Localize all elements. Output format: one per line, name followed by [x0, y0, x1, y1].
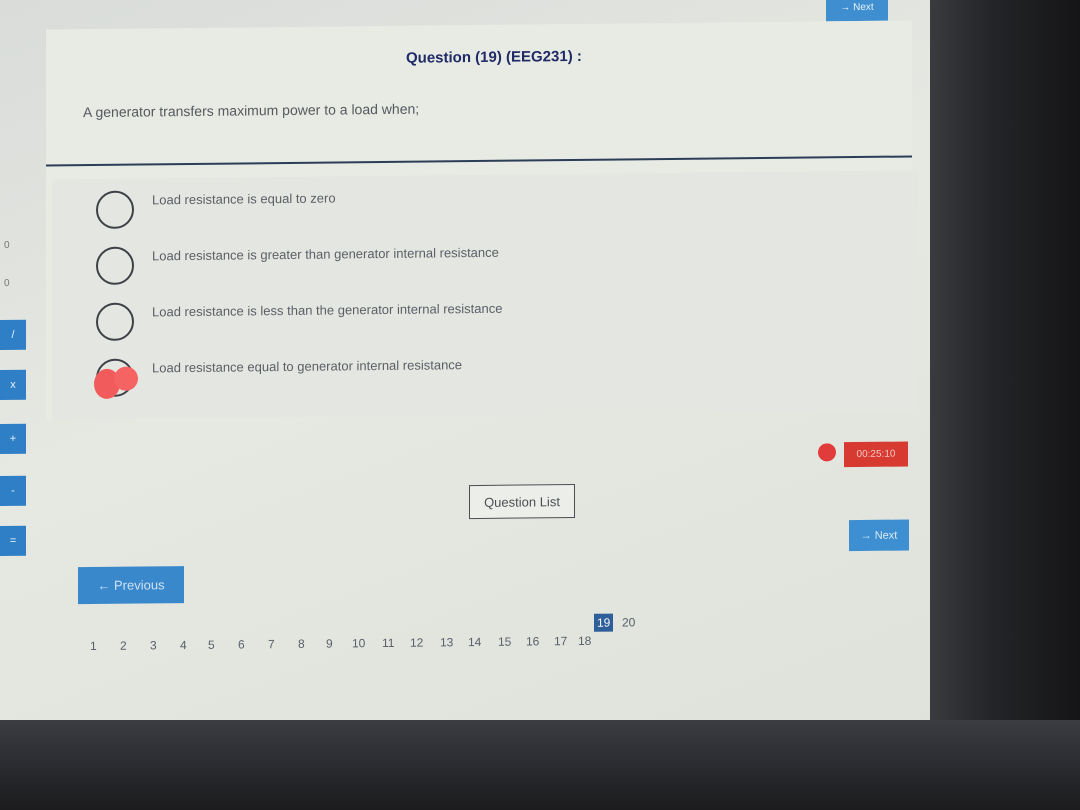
alarm-clock-icon [818, 443, 836, 462]
question-title: Question (19) (EEG231) : [406, 47, 582, 67]
option-label: Load resistance equal to generator inter… [152, 357, 463, 376]
page-link-17[interactable]: 17 [554, 634, 567, 648]
calc-plus-key[interactable]: + [0, 423, 26, 454]
option-1[interactable]: Load resistance is equal to zero [96, 184, 796, 231]
page-link-4[interactable]: 4 [180, 638, 187, 652]
selected-indicator [94, 366, 144, 403]
page-link-5[interactable]: 5 [208, 638, 215, 652]
next-button[interactable]: → Next [849, 519, 909, 552]
page-link-14[interactable]: 14 [468, 635, 481, 649]
top-next-button[interactable]: → Next [826, 0, 888, 22]
page-link-19[interactable]: 19 [594, 613, 614, 632]
option-3[interactable]: Load resistance is less than the generat… [96, 296, 796, 343]
calc-display-digit-2: 0 [4, 277, 10, 289]
countdown-timer: 00:25:10 [844, 441, 908, 468]
page-link-8[interactable]: 8 [298, 637, 305, 651]
page-link-1[interactable]: 1 [90, 639, 97, 653]
page-link-15[interactable]: 15 [498, 635, 511, 649]
monitor-bezel-right [930, 0, 1080, 810]
calc-multiply-key[interactable]: x [0, 369, 26, 400]
option-label: Load resistance is less than the generat… [152, 300, 503, 320]
page-link-7[interactable]: 7 [268, 637, 275, 651]
page-link-12[interactable]: 12 [410, 636, 423, 650]
radio-button[interactable] [96, 190, 134, 229]
radio-button[interactable] [96, 246, 134, 285]
page-link-20[interactable]: 20 [622, 615, 635, 629]
calc-equals-key[interactable]: = [0, 525, 26, 556]
page-link-13[interactable]: 13 [440, 635, 453, 649]
option-label: Load resistance is greater than generato… [152, 244, 499, 264]
calculator-strip: 0 0 / x + - = [0, 220, 30, 580]
question-pager: 1 2 3 4 5 6 7 8 9 10 11 12 13 14 15 16 17 18 19 20 [78, 613, 648, 659]
previous-button[interactable]: ← Previous [78, 566, 184, 605]
page-link-2[interactable]: 2 [120, 639, 127, 653]
page-link-10[interactable]: 10 [352, 636, 365, 650]
page-link-9[interactable]: 9 [326, 637, 333, 651]
option-label: Load resistance is equal to zero [152, 190, 336, 208]
calc-minus-key[interactable]: - [0, 475, 26, 506]
question-list-button[interactable]: Question List [469, 483, 575, 520]
calc-divide-key[interactable]: / [0, 319, 26, 350]
page-link-6[interactable]: 6 [238, 637, 245, 651]
page-link-16[interactable]: 16 [526, 634, 539, 648]
page-link-18[interactable]: 18 [578, 634, 591, 648]
page-link-3[interactable]: 3 [150, 638, 157, 652]
calc-display-digit-1: 0 [4, 239, 10, 251]
option-4[interactable]: Load resistance equal to generator inter… [96, 352, 796, 399]
option-2[interactable]: Load resistance is greater than generato… [96, 240, 796, 287]
monitor-bezel-bottom [0, 720, 1080, 810]
selected-dot-icon [114, 366, 138, 391]
exam-screen: 0 0 / x + - = → Next Question (19) (EEG2… [0, 0, 955, 740]
radio-button[interactable] [96, 302, 134, 341]
page-link-11[interactable]: 11 [382, 636, 394, 650]
